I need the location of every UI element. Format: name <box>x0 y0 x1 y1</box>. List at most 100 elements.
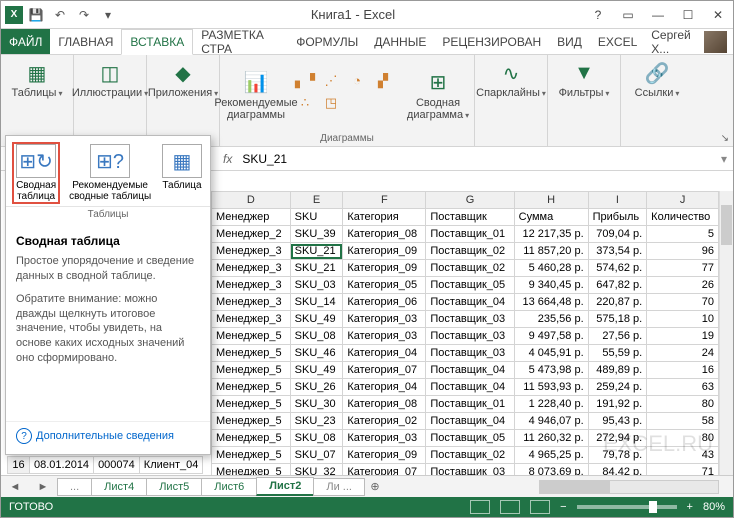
cell[interactable]: Менеджер_3 <box>212 294 291 311</box>
cell[interactable]: 4 946,07 р. <box>514 413 588 430</box>
cell[interactable]: 79,78 р. <box>588 447 647 464</box>
header-cell[interactable]: Категория <box>343 209 426 226</box>
tab-review[interactable]: РЕЦЕНЗИРОВАН <box>434 29 549 54</box>
tab-data[interactable]: ДАННЫЕ <box>366 29 434 54</box>
cell[interactable]: SKU_46 <box>290 345 343 362</box>
cell[interactable]: Категория_07 <box>343 464 426 476</box>
cell[interactable]: Поставщик_01 <box>426 226 514 243</box>
tab-insert[interactable]: ВСТАВКА <box>121 29 193 55</box>
cell[interactable]: 489,89 р. <box>588 362 647 379</box>
sheet-nav-prev-icon[interactable]: ◄ <box>10 481 21 493</box>
tab-file[interactable]: ФАЙЛ <box>1 29 50 54</box>
cell[interactable]: SKU_49 <box>290 311 343 328</box>
cell[interactable]: Категория_03 <box>343 328 426 345</box>
cell[interactable]: 24 <box>647 345 719 362</box>
zoom-level[interactable]: 80% <box>703 501 725 513</box>
cell[interactable]: 10 <box>647 311 719 328</box>
cell[interactable]: 220,87 р. <box>588 294 647 311</box>
filters-button[interactable]: ▼ Фильтры <box>554 59 614 99</box>
view-layout-icon[interactable] <box>500 500 520 514</box>
header-cell[interactable]: SKU <box>290 209 343 226</box>
cell[interactable]: Категория_09 <box>343 447 426 464</box>
cell[interactable]: Поставщик_04 <box>426 294 514 311</box>
cell[interactable]: Менеджер_5 <box>212 396 291 413</box>
chart-types[interactable]: ▖▝ ⋰ ◔ ▞ ∴ ◳ <box>292 73 402 117</box>
header-cell[interactable]: Сумма <box>514 209 588 226</box>
cell[interactable]: Категория_08 <box>343 226 426 243</box>
cell[interactable]: 000074 <box>94 457 140 474</box>
cell[interactable]: SKU_21 <box>290 260 343 277</box>
close-icon[interactable]: ✕ <box>703 4 733 26</box>
view-normal-icon[interactable] <box>470 500 490 514</box>
cell[interactable]: 574,62 р. <box>588 260 647 277</box>
bar-chart-icon[interactable]: ▖▝ <box>292 73 318 95</box>
cell[interactable]: Категория_02 <box>343 413 426 430</box>
qat-save-icon[interactable]: 💾 <box>25 4 47 26</box>
cell[interactable]: Категория_07 <box>343 362 426 379</box>
sheet-tab[interactable]: ... <box>57 478 92 496</box>
cell[interactable]: 63 <box>647 379 719 396</box>
cell[interactable]: 1 228,40 р. <box>514 396 588 413</box>
help-icon[interactable]: ? <box>583 4 613 26</box>
cell[interactable]: SKU_26 <box>290 379 343 396</box>
sparklines-button[interactable]: ∿ Спарклайны <box>481 59 541 99</box>
other-chart-icon[interactable]: ◳ <box>318 95 344 117</box>
vertical-scrollbar[interactable] <box>719 191 733 475</box>
cell[interactable]: 5 473,98 р. <box>514 362 588 379</box>
cell[interactable]: Категория_09 <box>343 243 426 260</box>
cell[interactable]: Поставщик_04 <box>426 379 514 396</box>
tab-excel[interactable]: EXCEL <box>590 29 645 54</box>
row-header[interactable]: 16 <box>8 457 30 474</box>
pie-chart-icon[interactable]: ◔ <box>344 73 370 95</box>
cell[interactable]: SKU_08 <box>290 328 343 345</box>
cell[interactable]: 11 593,93 р. <box>514 379 588 396</box>
expand-formula-icon[interactable]: ▾ <box>715 152 733 166</box>
cell[interactable]: 8 073,69 р. <box>514 464 588 476</box>
cell[interactable]: Категория_08 <box>343 396 426 413</box>
cell[interactable]: Категория_04 <box>343 379 426 396</box>
cell[interactable]: 5 460,28 р. <box>514 260 588 277</box>
cell[interactable]: 16 <box>647 362 719 379</box>
scatter-chart-icon[interactable]: ∴ <box>292 95 318 117</box>
cell[interactable]: Категория_06 <box>343 294 426 311</box>
cell[interactable]: Поставщик_03 <box>426 464 514 476</box>
cell[interactable]: Категория_03 <box>343 430 426 447</box>
fx-icon[interactable]: fx <box>217 152 238 166</box>
cell[interactable]: 647,82 р. <box>588 277 647 294</box>
cell[interactable]: 27,56 р. <box>588 328 647 345</box>
sheet-tab[interactable]: Лист4 <box>91 478 147 496</box>
sheet-tab[interactable]: Ли ... <box>313 478 365 496</box>
left-grid-fragment[interactable]: 16 08.01.2014 000074 Клиент_04 <box>7 456 203 474</box>
qat-redo-icon[interactable]: ↷ <box>73 4 95 26</box>
cell[interactable]: Менеджер_3 <box>212 243 291 260</box>
cell[interactable]: 272,94 р. <box>588 430 647 447</box>
table-button[interactable]: ▦ Таблица <box>160 142 204 204</box>
header-cell[interactable]: Прибыль <box>588 209 647 226</box>
cell[interactable]: Категория_03 <box>343 311 426 328</box>
group-launcher-icon[interactable]: ↘ <box>721 133 729 144</box>
header-cell[interactable]: Количество <box>647 209 719 226</box>
cell[interactable]: 84,42 р. <box>588 464 647 476</box>
tables-button[interactable]: ▦ Таблицы <box>7 59 67 99</box>
cell[interactable]: Поставщик_03 <box>426 345 514 362</box>
tab-page-layout[interactable]: РАЗМЕТКА СТРА <box>193 29 288 54</box>
cell[interactable]: SKU_03 <box>290 277 343 294</box>
cell[interactable]: 4 045,91 р. <box>514 345 588 362</box>
line-chart-icon[interactable]: ⋰ <box>318 73 344 95</box>
cell[interactable]: Менеджер_5 <box>212 430 291 447</box>
cell[interactable]: 77 <box>647 260 719 277</box>
cell[interactable]: Категория_09 <box>343 260 426 277</box>
cell[interactable]: Поставщик_04 <box>426 413 514 430</box>
col-header-G[interactable]: G <box>426 192 514 209</box>
cell[interactable]: 96 <box>647 243 719 260</box>
cell[interactable]: Менеджер_5 <box>212 345 291 362</box>
col-header-E[interactable]: E <box>290 192 343 209</box>
cell[interactable]: Поставщик_03 <box>426 311 514 328</box>
recommended-charts-button[interactable]: 📊 Рекомендуемые диаграммы <box>226 69 286 121</box>
links-button[interactable]: 🔗 Ссылки <box>627 59 687 99</box>
cell[interactable]: 373,54 р. <box>588 243 647 260</box>
zoom-slider[interactable] <box>577 505 677 509</box>
tab-home[interactable]: ГЛАВНАЯ <box>50 29 121 54</box>
add-sheet-icon[interactable]: ⊕ <box>364 480 386 493</box>
cell[interactable]: 13 664,48 р. <box>514 294 588 311</box>
